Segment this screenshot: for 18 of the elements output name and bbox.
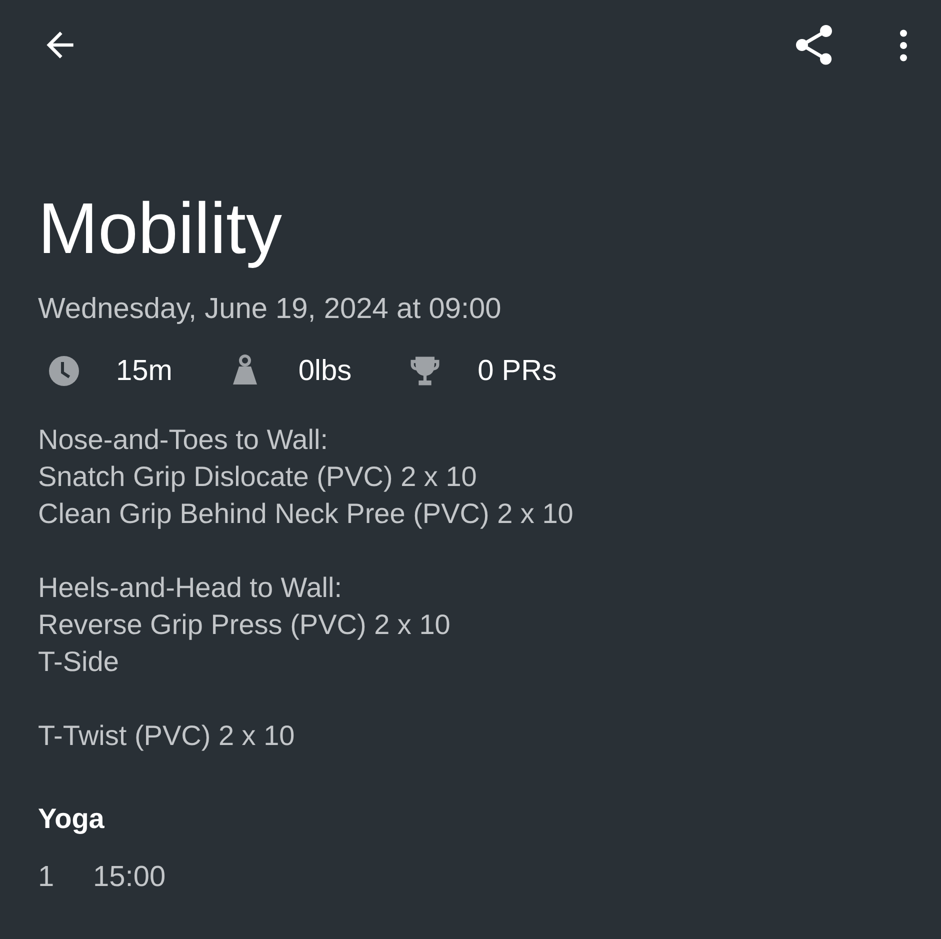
note-line: Reverse Grip Press (PVC) 2 x 10 [38,608,452,642]
set-time: 15:00 [93,860,166,895]
workout-date: Wednesday, June 19, 2024 at 09:00 [38,292,502,327]
stat-value: 0lbs [298,354,352,388]
stat-value: 0 PRs [478,354,557,388]
note-line: Snatch Grip Dislocate (PVC) 2 x 10 [38,460,478,494]
more-vertical-icon [900,28,907,62]
exercise-name: Yoga [38,802,106,836]
note-line: Heels-and-Head to Wall: [38,571,343,605]
stat-value: 15m [116,354,172,388]
set-number: 1 [38,860,56,895]
clock-icon [46,353,82,389]
workout-title: Mobility [38,188,284,271]
more-menu-button[interactable] [900,28,907,62]
note-line: Nose-and-Toes to Wall: [38,423,329,457]
note-line: T-Twist (PVC) 2 x 10 [38,719,296,753]
note-line: T-Side [38,645,120,679]
note-line: Clean Grip Behind Neck Pree (PVC) 2 x 10 [38,497,574,531]
